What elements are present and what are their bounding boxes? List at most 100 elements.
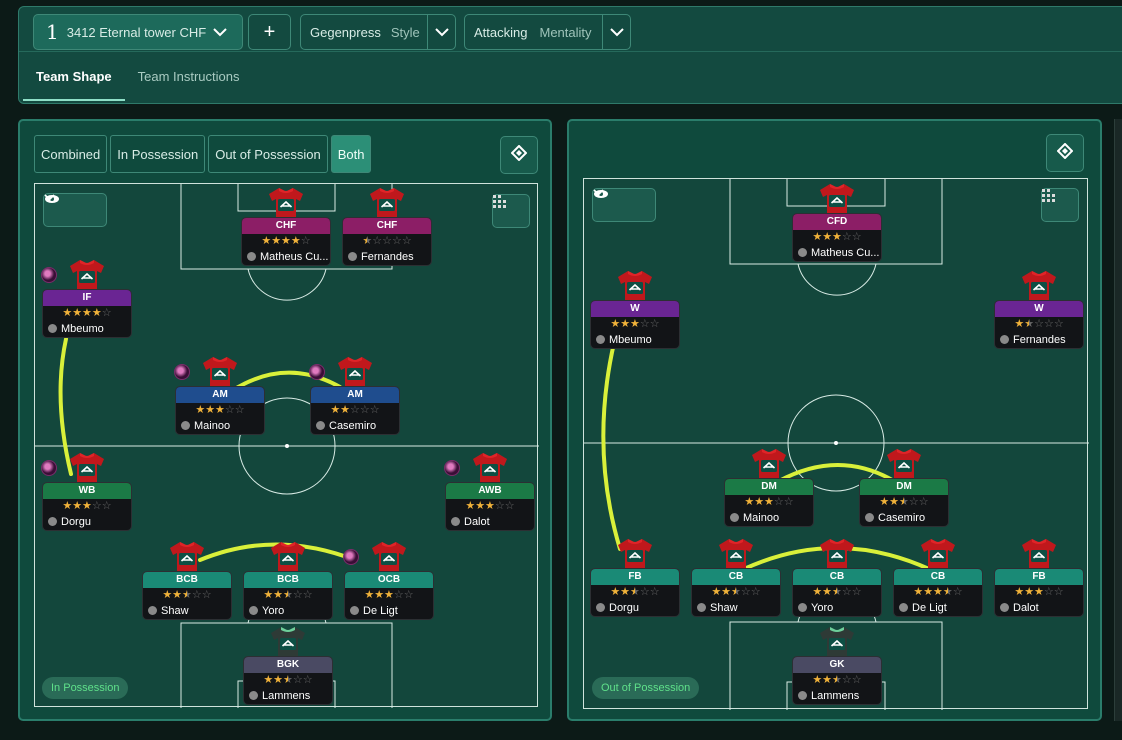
player-name: Yoro xyxy=(244,602,332,619)
chevron-down-icon xyxy=(427,15,455,49)
shirt-icon xyxy=(885,447,923,479)
avatar-icon xyxy=(48,517,57,526)
mode-out-of-possession-button[interactable]: Out of Possession xyxy=(208,135,328,173)
player-name-text: Shaw xyxy=(710,601,738,614)
swap-icon xyxy=(1056,142,1074,164)
role-label: CHF xyxy=(242,218,330,234)
avatar-icon xyxy=(730,513,739,522)
add-tactic-button[interactable]: + xyxy=(248,14,291,50)
role-label: AWB xyxy=(446,483,534,499)
view-mode-bar: Combined In Possession Out of Possession… xyxy=(34,135,372,173)
role-duty-indicator-icon xyxy=(174,364,190,380)
player-card[interactable]: W ★★★☆☆ Mbeumo xyxy=(590,269,680,349)
player-info: FB ★★★☆☆ Dalot xyxy=(994,568,1084,617)
role-label: FB xyxy=(591,569,679,585)
role-rating-stars: ★★★☆☆ xyxy=(263,589,313,601)
role-duty-indicator-icon xyxy=(41,267,57,283)
divider xyxy=(19,51,1122,52)
role-label: BGK xyxy=(244,657,332,673)
avatar-icon xyxy=(865,513,874,522)
role-rating-stars: ★★★☆☆ xyxy=(364,589,414,601)
visibility-toggle[interactable] xyxy=(592,188,656,222)
style-value: Gegenpress xyxy=(310,24,381,40)
phase-badge: Out of Possession xyxy=(592,677,700,699)
player-info: WB ★★★☆☆ Dorgu xyxy=(42,482,132,531)
player-name-text: Dalot xyxy=(1013,601,1039,614)
tab-team-shape[interactable]: Team Shape xyxy=(23,55,125,101)
player-name: Lammens xyxy=(793,687,881,704)
mentality-selector[interactable]: Attacking Mentality xyxy=(464,14,631,50)
player-name-text: Mbeumo xyxy=(609,333,652,346)
role-duty-indicator-icon xyxy=(309,364,325,380)
role-rating-stars: ★★★☆☆ xyxy=(610,586,660,598)
grid-toggle-button[interactable] xyxy=(492,194,530,228)
player-card[interactable]: FB ★★★☆☆ Dorgu xyxy=(590,537,680,617)
player-card[interactable]: CHF ★★★★☆ Matheus Cu... xyxy=(241,186,331,266)
player-name: Lammens xyxy=(244,687,332,704)
shirt-icon xyxy=(919,537,957,569)
tactic-selector[interactable]: 1 3412 Eternal tower CHF xyxy=(33,14,243,50)
player-info: AM ★★☆☆☆ Casemiro xyxy=(310,386,400,435)
player-card[interactable]: BCB ★★★☆☆ Shaw xyxy=(142,540,232,620)
player-card[interactable]: CB ★★★☆☆ Shaw xyxy=(691,537,781,617)
player-card[interactable]: W ★★☆☆☆ Fernandes xyxy=(994,269,1084,349)
role-rating-stars: ★★★☆☆ xyxy=(195,404,245,416)
player-info: DM ★★★☆☆ Casemiro xyxy=(859,478,949,527)
mode-in-possession-button[interactable]: In Possession xyxy=(110,135,206,173)
player-card[interactable]: CB ★★★☆☆ Yoro xyxy=(792,537,882,617)
player-card[interactable]: IF ★★★★☆ Mbeumo xyxy=(41,258,132,338)
role-duty-indicator-icon xyxy=(343,549,359,565)
visibility-toggle[interactable] xyxy=(43,193,107,227)
player-card[interactable]: DM ★★★☆☆ Mainoo xyxy=(724,447,814,527)
player-card[interactable]: FB ★★★☆☆ Dalot xyxy=(994,537,1084,617)
player-card[interactable]: AM ★★☆☆☆ Casemiro xyxy=(309,355,400,435)
style-selector[interactable]: Gegenpress Style xyxy=(300,14,456,50)
player-card[interactable]: BCB ★★★☆☆ Yoro xyxy=(243,540,333,620)
role-label: CHF xyxy=(343,218,431,234)
player-card[interactable]: CB ★★★★☆ De Ligt xyxy=(893,537,983,617)
shirt-icon xyxy=(818,537,856,569)
shirt-icon xyxy=(267,186,305,218)
role-rating-stars: ★★★★☆ xyxy=(261,235,311,247)
player-info: FB ★★★☆☆ Dorgu xyxy=(590,568,680,617)
player-card[interactable]: AM ★★★☆☆ Mainoo xyxy=(174,355,265,435)
mode-combined-button[interactable]: Combined xyxy=(34,135,108,173)
tab-team-instructions[interactable]: Team Instructions xyxy=(125,55,253,101)
avatar-icon xyxy=(1000,335,1009,344)
pitch: CFD ★★★☆☆ Matheus Cu... W ★★★☆☆ Mbeumo W… xyxy=(583,178,1089,710)
avatar-icon xyxy=(350,606,359,615)
player-card[interactable]: AWB ★★★☆☆ Dalot xyxy=(444,451,535,531)
role-label: WB xyxy=(43,483,131,499)
mode-both-button[interactable]: Both xyxy=(330,135,372,173)
player-card[interactable]: BGK ★★★☆☆ Lammens xyxy=(243,625,333,705)
swap-button[interactable] xyxy=(500,136,538,174)
player-name-text: De Ligt xyxy=(363,604,398,617)
player-card[interactable]: CHF ★☆☆☆☆ Fernandes xyxy=(342,186,432,266)
player-info: BCB ★★★☆☆ Shaw xyxy=(142,571,232,620)
player-info: GK ★★★☆☆ Lammens xyxy=(792,656,882,705)
player-name: Dalot xyxy=(995,599,1083,616)
player-info: BGK ★★★☆☆ Lammens xyxy=(243,656,333,705)
swap-button[interactable] xyxy=(1046,134,1084,172)
player-info: CB ★★★☆☆ Shaw xyxy=(691,568,781,617)
grid-toggle-button[interactable] xyxy=(1041,188,1079,222)
avatar-icon xyxy=(148,606,157,615)
player-name: Yoro xyxy=(793,599,881,616)
player-name-text: Matheus Cu... xyxy=(811,246,880,259)
player-name-text: De Ligt xyxy=(912,601,947,614)
player-card[interactable]: DM ★★★☆☆ Casemiro xyxy=(859,447,949,527)
tactic-name: 3412 Eternal tower CHF xyxy=(66,24,207,40)
shirt-icon xyxy=(269,625,307,657)
role-rating-stars: ★★★☆☆ xyxy=(465,500,515,512)
shirt-icon xyxy=(68,451,106,483)
role-rating-stars: ★★★☆☆ xyxy=(879,496,929,508)
role-rating-stars: ★★★★☆ xyxy=(913,586,963,598)
player-card[interactable]: CFD ★★★☆☆ Matheus Cu... xyxy=(792,182,882,262)
player-card[interactable]: OCB ★★★☆☆ De Ligt xyxy=(343,540,434,620)
player-card[interactable]: WB ★★★☆☆ Dorgu xyxy=(41,451,132,531)
avatar-icon xyxy=(899,603,908,612)
avatar-icon xyxy=(798,248,807,257)
player-card[interactable]: GK ★★★☆☆ Lammens xyxy=(792,625,882,705)
shirt-icon xyxy=(717,537,755,569)
player-name-text: Fernandes xyxy=(361,250,414,263)
